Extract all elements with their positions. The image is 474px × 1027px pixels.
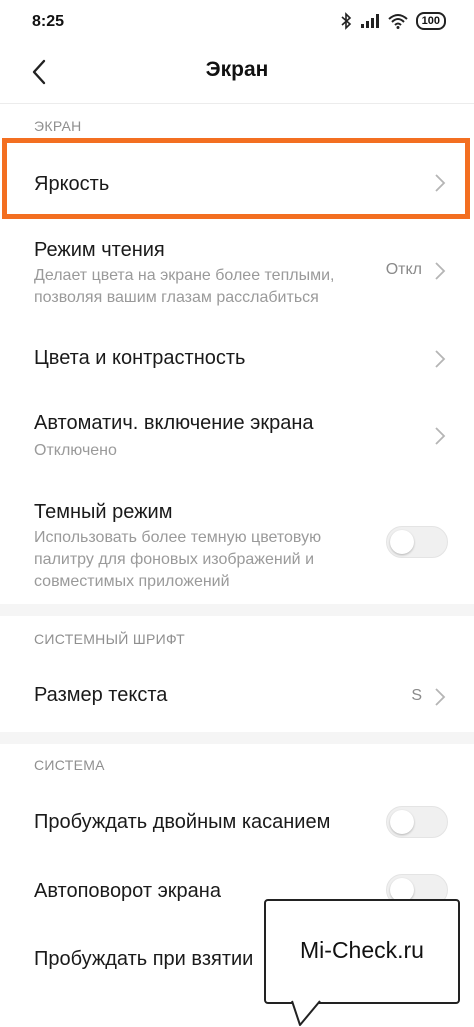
wifi-icon xyxy=(387,14,408,29)
section-title-screen: ЭКРАН xyxy=(34,118,82,134)
reading-mode-description-line2: позволяя вашим глазам расслабиться xyxy=(34,289,319,306)
highlight-frame xyxy=(2,138,470,219)
reading-mode-label: Режим чтения xyxy=(34,239,165,261)
settings-item-text-size[interactable]: Размер текста S xyxy=(0,660,474,732)
battery-icon: 100 xyxy=(415,12,446,30)
dark-mode-label: Темный режим xyxy=(34,501,173,523)
header-divider xyxy=(0,103,474,104)
chevron-right-icon xyxy=(435,688,446,706)
watermark-text: Mi-Check.ru xyxy=(300,937,424,963)
double-tap-label: Пробуждать двойным касанием xyxy=(34,811,331,833)
text-size-label: Размер текста xyxy=(34,684,168,706)
bubble-tail xyxy=(291,1000,321,1026)
chevron-right-icon xyxy=(435,427,446,445)
text-size-value: S xyxy=(411,687,422,704)
settings-item-dark-mode[interactable]: Темный режим Использовать более темную ц… xyxy=(0,485,474,600)
auto-on-label: Автоматич. включение экрана xyxy=(34,412,314,434)
settings-item-double-tap[interactable]: Пробуждать двойным касанием xyxy=(0,788,474,856)
settings-item-auto-on[interactable]: Автоматич. включение экрана Отключено xyxy=(0,398,474,473)
auto-on-status: Отключено xyxy=(34,442,117,459)
dark-mode-description: Использовать более темную цветовую палит… xyxy=(34,527,321,593)
section-gap xyxy=(0,604,474,616)
lift-to-wake-label: Пробуждать при взятии xyxy=(34,948,254,970)
section-title-system: СИСТЕМА xyxy=(34,757,105,773)
dark-mode-description-line3: совместимых приложений xyxy=(34,573,230,590)
double-tap-toggle[interactable] xyxy=(386,806,448,838)
dark-mode-description-line2: палитру для фоновых изображений и xyxy=(34,551,314,568)
reading-mode-value: Откл xyxy=(385,261,422,278)
status-icons: 100 xyxy=(340,12,446,30)
chevron-right-icon xyxy=(435,262,446,280)
chevron-right-icon xyxy=(435,350,446,368)
toggle-knob xyxy=(390,810,414,834)
section-gap xyxy=(0,732,474,744)
settings-item-reading-mode[interactable]: Режим чтения Делает цвета на экране боле… xyxy=(0,225,474,320)
reading-mode-description: Делает цвета на экране более теплыми, по… xyxy=(34,265,334,309)
page-title: Экран xyxy=(205,58,269,81)
colors-label: Цвета и контрастность xyxy=(34,347,246,369)
signal-icon xyxy=(360,14,379,28)
app-header: Экран xyxy=(0,44,474,100)
dark-mode-description-line1: Использовать более темную цветовую xyxy=(34,529,322,546)
watermark-bubble: Mi-Check.ru xyxy=(264,899,460,1004)
auto-rotate-label: Автоповорот экрана xyxy=(34,880,221,902)
bluetooth-icon xyxy=(341,12,351,30)
settings-item-colors[interactable]: Цвета и контрастность xyxy=(0,325,474,393)
status-bar: 8:25 100 xyxy=(0,0,474,44)
status-time: 8:25 xyxy=(32,13,65,30)
reading-mode-description-line1: Делает цвета на экране более теплыми, xyxy=(34,267,335,284)
section-title-system-font: СИСТЕМНЫЙ ШРИФТ xyxy=(34,631,185,647)
toggle-knob xyxy=(390,530,414,554)
dark-mode-toggle[interactable] xyxy=(386,526,448,558)
